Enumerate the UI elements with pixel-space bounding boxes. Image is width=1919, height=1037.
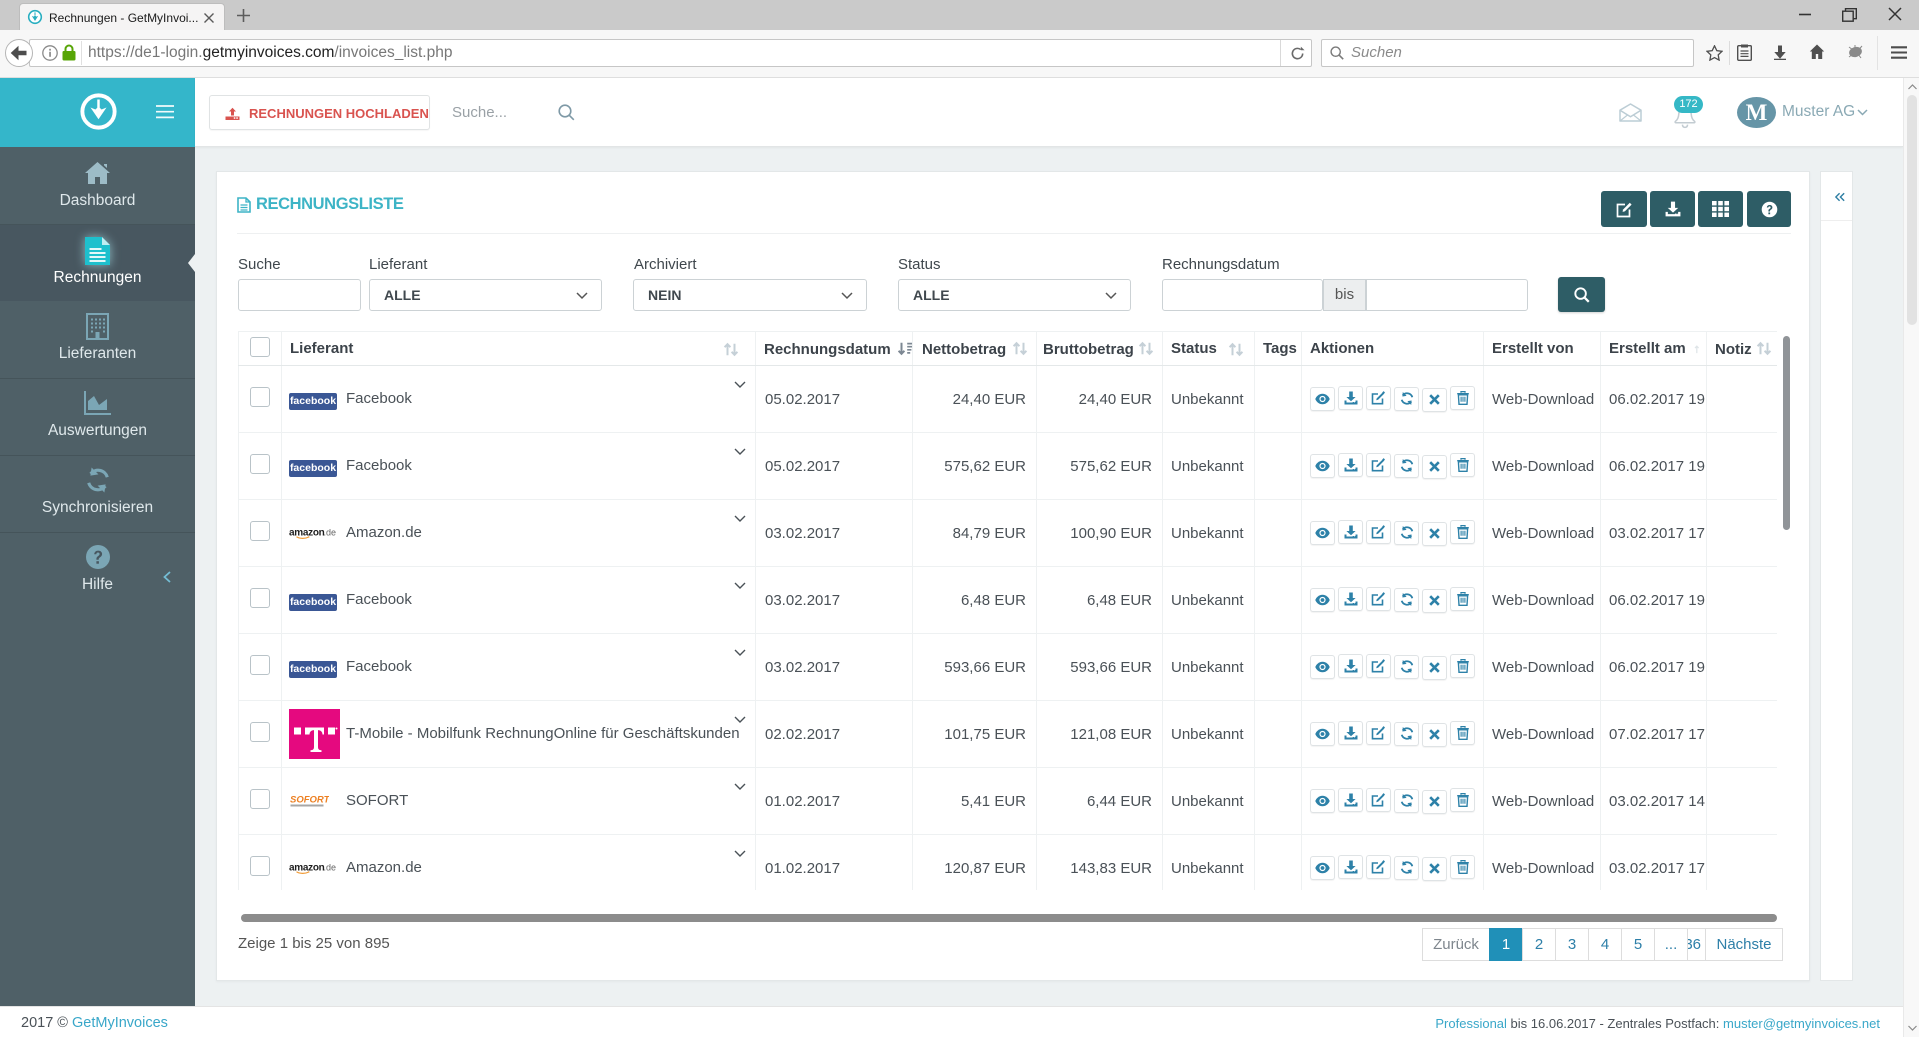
svg-text:SOFORT: SOFORT	[290, 795, 329, 806]
svg-text:.de: .de	[324, 528, 337, 538]
svg-text:.de: .de	[324, 863, 337, 873]
svg-text:amazon: amazon	[289, 528, 325, 539]
svg-text:amazon: amazon	[289, 863, 325, 874]
